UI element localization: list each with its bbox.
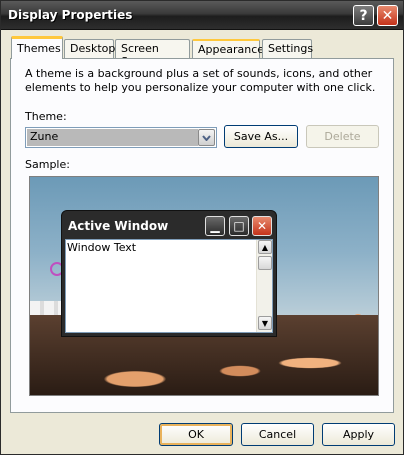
question-mark-icon: ?: [359, 7, 368, 24]
help-button[interactable]: ?: [353, 5, 374, 26]
minimize-icon: ▁: [205, 216, 225, 236]
tab-themes-label: Themes: [17, 42, 61, 55]
cancel-button[interactable]: Cancel: [241, 423, 314, 446]
tab-appearance-label: Appearance: [198, 43, 265, 56]
theme-label: Theme:: [25, 110, 67, 123]
sample-window-body: Window Text ▲ ▼: [65, 239, 273, 333]
sample-label: Sample:: [25, 158, 70, 171]
scroll-up-icon: ▲: [258, 240, 272, 254]
tab-themes[interactable]: Themes: [11, 36, 63, 59]
sample-window-title: Active Window: [68, 219, 169, 233]
title-bar[interactable]: Display Properties ? ✕: [1, 1, 403, 30]
themes-description: A theme is a background plus a set of so…: [25, 67, 376, 94]
save-as-button[interactable]: Save As...: [224, 125, 298, 148]
tab-desktop[interactable]: Desktop: [64, 39, 116, 58]
delete-button[interactable]: Delete: [306, 125, 379, 148]
sample-active-window: Active Window ▁ □ ✕ Window Text ▲ ▼: [61, 210, 277, 337]
close-icon: ✕: [252, 216, 272, 236]
tab-desktop-label: Desktop: [70, 42, 116, 55]
chevron-down-icon[interactable]: [198, 129, 215, 146]
close-button[interactable]: ✕: [377, 5, 398, 26]
ok-button[interactable]: OK: [159, 423, 233, 446]
theme-select-value: Zune: [27, 129, 198, 146]
scroll-thumb: [258, 256, 272, 270]
sample-window-text: Window Text: [67, 241, 137, 254]
apply-button[interactable]: Apply: [322, 423, 395, 446]
tab-appearance[interactable]: Appearance: [192, 39, 264, 58]
tab-screen-saver[interactable]: Screen Saver: [115, 39, 190, 68]
close-icon: ✕: [381, 7, 394, 24]
theme-select[interactable]: Zune: [25, 127, 217, 148]
scroll-down-icon: ▼: [258, 316, 272, 330]
display-properties-dialog: Display Properties ? ✕ Themes Desktop Sc…: [0, 0, 404, 455]
window-title: Display Properties: [8, 8, 133, 22]
sample-scrollbar: ▲ ▼: [256, 240, 272, 332]
maximize-icon: □: [229, 216, 249, 236]
tab-settings[interactable]: Settings: [262, 39, 314, 58]
tab-settings-label: Settings: [268, 42, 314, 55]
